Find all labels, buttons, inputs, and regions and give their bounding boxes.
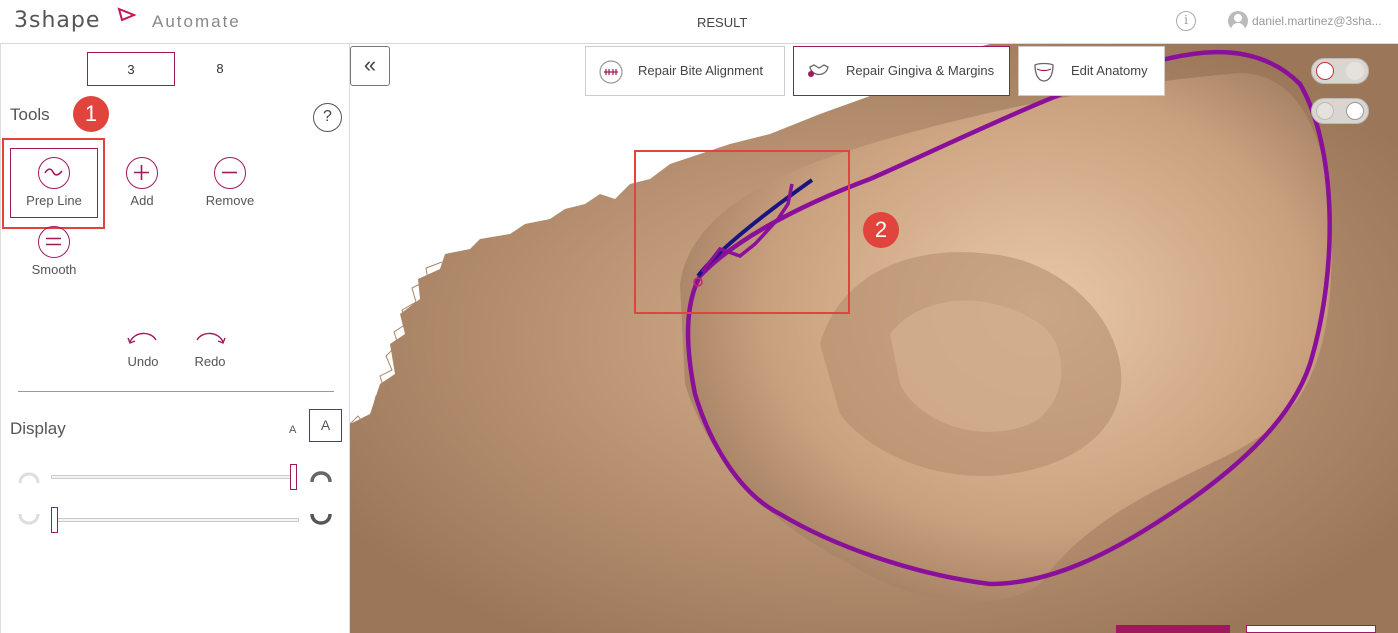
- 3d-viewport[interactable]: 2: [350, 44, 1398, 633]
- repair-gingiva-margins-label: Repair Gingiva & Margins: [846, 63, 995, 78]
- user-name[interactable]: daniel.martinez@3sha...: [1252, 14, 1398, 28]
- redo-icon: [196, 332, 226, 344]
- bottom-primary-button[interactable]: [1116, 625, 1230, 633]
- upper-jaw-solid-icon: [310, 471, 332, 483]
- upper-jaw-transparent-icon: [18, 472, 40, 484]
- display-heading: Display: [10, 419, 66, 438]
- bottom-secondary-button[interactable]: [1246, 625, 1376, 633]
- edit-anatomy-label: Edit Anatomy: [1071, 63, 1148, 78]
- plus-icon: [126, 157, 158, 189]
- user-avatar[interactable]: [1228, 11, 1248, 31]
- repair-bite-alignment-label: Repair Bite Alignment: [638, 63, 764, 78]
- lower-jaw-solid-icon: [310, 513, 332, 525]
- upper-jaw-slider-track[interactable]: [51, 475, 297, 479]
- tooth-tab-3[interactable]: 3: [87, 52, 175, 86]
- bite-icon: [599, 60, 623, 84]
- remove-tool[interactable]: Remove: [186, 157, 274, 208]
- tooth-icon: [1034, 62, 1054, 82]
- add-label: Add: [130, 193, 154, 208]
- app-header: 3shape Automate RESULT i daniel.martinez…: [0, 0, 1398, 44]
- tooth-tab-8[interactable]: 8: [176, 52, 264, 86]
- repair-gingiva-margins-button[interactable]: Repair Gingiva & Margins: [793, 46, 1010, 96]
- panel-divider: [18, 391, 334, 392]
- redo-label: Redo: [194, 354, 226, 369]
- minus-icon: [214, 157, 246, 189]
- lower-jaw-slider-track[interactable]: [51, 518, 299, 522]
- tools-panel: 3 8 Tools ? 1 Prep Line Add Remove Smoot…: [0, 44, 350, 633]
- brand-logo: 3shape: [14, 8, 101, 33]
- remove-label: Remove: [205, 193, 255, 208]
- edit-anatomy-button[interactable]: Edit Anatomy: [1018, 46, 1165, 96]
- app-name: Automate: [152, 12, 241, 31]
- lower-jaw-slider-handle[interactable]: [51, 507, 58, 533]
- smooth-tool[interactable]: Smooth: [10, 226, 98, 277]
- annotation-marker-1: 1: [73, 96, 109, 132]
- margin-visibility-toggle[interactable]: [1311, 58, 1369, 84]
- tools-heading: Tools: [10, 105, 50, 124]
- gingiva-icon: [808, 64, 829, 77]
- font-size-small-button[interactable]: A: [289, 424, 296, 436]
- lower-jaw-transparent-icon: [18, 513, 40, 525]
- repair-bite-alignment-button[interactable]: Repair Bite Alignment: [585, 46, 785, 96]
- annotation-marker-2: 2: [863, 212, 899, 248]
- undo-icon: [127, 332, 157, 344]
- equals-icon: [38, 226, 70, 258]
- prep-line-icon: [38, 157, 70, 189]
- logo-triangle-icon: [117, 7, 137, 22]
- upper-jaw-slider-handle[interactable]: [290, 464, 297, 490]
- tooth-model: [350, 44, 1398, 633]
- collapse-panel-button[interactable]: «: [350, 46, 390, 86]
- redo-button[interactable]: Redo: [166, 328, 254, 369]
- smooth-label: Smooth: [31, 262, 77, 277]
- annotation-highlight-2: [634, 150, 850, 314]
- font-size-large-button[interactable]: A: [309, 409, 342, 442]
- prep-line-label: Prep Line: [26, 193, 82, 208]
- info-icon[interactable]: i: [1176, 11, 1196, 31]
- help-button[interactable]: ?: [313, 103, 342, 132]
- display-mode-toggle[interactable]: [1311, 98, 1369, 124]
- prep-line-tool[interactable]: Prep Line: [10, 148, 98, 218]
- undo-label: Undo: [127, 354, 159, 369]
- page-title: RESULT: [697, 15, 748, 30]
- add-tool[interactable]: Add: [98, 157, 186, 208]
